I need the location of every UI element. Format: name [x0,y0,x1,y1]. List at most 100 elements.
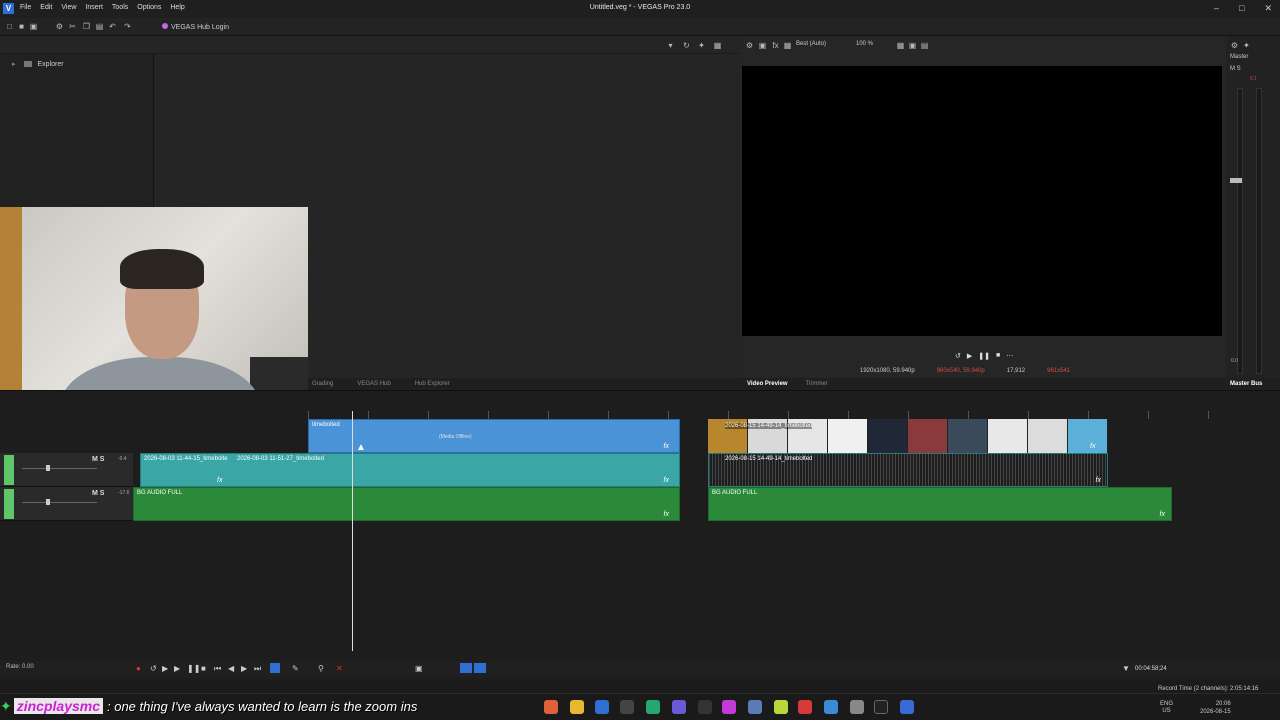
split-icon[interactable]: ✕ [336,664,343,673]
snapping-icon[interactable] [474,663,486,673]
loop-icon[interactable]: ↺ [955,352,961,360]
menu-insert[interactable]: Insert [85,4,103,11]
tools-icon[interactable]: ✦ [697,41,706,50]
maximize-icon[interactable]: □ [1239,3,1244,14]
play-from-start-icon[interactable]: ▶ [162,664,168,673]
menu-view[interactable]: View [61,4,76,11]
system-clock[interactable]: 20:06 2026-08-15 [1200,700,1231,716]
tab-hub-explorer[interactable]: Hub Explorer [415,378,450,390]
obs-icon[interactable] [698,700,712,714]
app-icon[interactable] [900,700,914,714]
app-icon[interactable] [646,700,660,714]
vegas-taskbar-icon[interactable] [595,700,609,714]
menu-tools[interactable]: Tools [112,4,128,11]
pause-icon[interactable]: ❚❚ [187,664,200,673]
track-header-1[interactable]: M S -0.4 [0,453,133,487]
play-icon[interactable]: ▶ [174,664,180,673]
menu-edit[interactable]: Edit [40,4,52,11]
pause-icon[interactable]: ❚❚ [978,352,990,360]
audio-clip-2[interactable]: 2026-08-15 14-49-14_timebolted fx [708,453,1108,487]
undo-icon[interactable]: ↶ [108,22,117,31]
open-icon[interactable]: ■ [17,22,26,31]
master-fader[interactable] [1230,178,1242,183]
go-to-end-icon[interactable]: ⏭ [254,664,261,674]
clip-fx-icon[interactable]: fx [1096,477,1101,484]
next-frame-icon[interactable]: ▶ [241,664,247,673]
track-volume-knob[interactable] [46,465,50,471]
marker-icon[interactable]: ▼ [1122,664,1130,673]
go-to-start-icon[interactable]: ⏮ [214,664,221,674]
lock-icon[interactable]: ▣ [415,664,423,673]
dropdown-icon[interactable]: ▾ [666,41,675,50]
minimize-icon[interactable]: – [1214,3,1219,14]
preview-screen[interactable] [742,66,1222,336]
play-icon[interactable]: ▶ [967,352,972,360]
preview-quality-select[interactable]: Best (Auto) [796,41,826,47]
refresh-icon[interactable]: ↻ [682,41,691,50]
record-icon[interactable]: ● [136,664,141,673]
loop-playback-icon[interactable]: ↺ [150,664,157,673]
tab-grading[interactable]: Grading [312,378,333,390]
bg-audio-clip-1[interactable]: BG AUDIO FULL fx [133,487,680,521]
copy-icon[interactable]: ❐ [82,22,91,31]
bg-audio-clip-2[interactable]: BG AUDIO FULL fx [708,487,1172,521]
more-icon[interactable]: ⋯ [1006,352,1013,360]
capcut-icon[interactable] [620,700,634,714]
clip-fx-icon[interactable]: fx [664,511,669,518]
app-icon[interactable] [722,700,736,714]
track-mute-solo[interactable]: M S [92,456,104,463]
stop-icon[interactable]: ■ [996,352,1000,360]
stop-icon[interactable]: ■ [201,664,206,673]
tab-vegas-hub[interactable]: VEGAS Hub [357,378,390,390]
discord-icon[interactable] [672,700,686,714]
menu-file[interactable]: File [20,4,31,11]
app-icon[interactable] [824,700,838,714]
paste-icon[interactable]: ▤ [95,22,104,31]
tab-master-bus[interactable]: Master Bus [1226,378,1280,390]
menu-help[interactable]: Help [170,4,184,11]
properties-icon[interactable]: ⚙ [55,22,64,31]
tab-video-preview[interactable]: Video Preview [747,378,788,390]
playhead-cursor[interactable] [352,411,353,651]
external-monitor-icon[interactable]: ▣ [758,41,767,50]
master-settings-icon[interactable]: ⚙ [1230,41,1239,50]
preview-zoom-select[interactable]: 100 % [856,41,873,47]
app-icon[interactable] [798,700,812,714]
video-fx-icon[interactable]: fx [771,41,780,50]
zoom-tool-icon[interactable]: ⚲ [318,664,324,673]
master-fx-icon[interactable]: ✦ [1242,41,1251,50]
save-snapshot-icon[interactable]: ▤ [920,41,929,50]
clip-fx-icon[interactable]: fx [664,477,669,484]
clip-fx-icon[interactable]: fx [217,477,222,484]
track-mute-solo[interactable]: M S [92,490,104,497]
redo-icon[interactable]: ↷ [123,22,132,31]
previous-frame-icon[interactable]: ◀ [228,664,234,673]
file-explorer-icon[interactable] [570,700,584,714]
new-project-icon[interactable]: □ [5,22,14,31]
normal-edit-tool-icon[interactable] [270,663,280,673]
auto-ripple-icon[interactable] [460,663,472,673]
firefox-icon[interactable] [544,700,558,714]
audio-clip-1[interactable]: 2026-08-03 11-44-15_timebolte 2026-08-03… [140,453,680,487]
explorer-root[interactable]: ▸ Explorer [12,60,64,68]
clip-fx-icon[interactable]: fx [1160,511,1165,518]
clip-fx-icon[interactable]: fx [664,443,669,450]
expand-arrow-icon[interactable]: ▸ [12,61,16,68]
track-volume-slider[interactable] [22,502,97,503]
envelope-tool-icon[interactable]: ✎ [292,664,299,673]
preview-settings-icon[interactable]: ⚙ [745,41,754,50]
cut-icon[interactable]: ✂ [68,22,77,31]
hub-login-button[interactable]: VEGAS Hub Login [162,23,229,31]
overlays-icon[interactable]: ▦ [896,41,905,50]
track-volume-knob[interactable] [46,499,50,505]
tab-trimmer[interactable]: Trimmer [806,378,828,390]
copy-snapshot-icon[interactable]: ▣ [908,41,917,50]
language-indicator[interactable]: ENG US [1160,701,1173,715]
app-icon[interactable] [774,700,788,714]
save-icon[interactable]: ▣ [29,22,38,31]
track-header-2[interactable]: M S -17.6 [0,487,133,521]
view-icon[interactable]: ▦ [713,41,722,50]
track-volume-slider[interactable] [22,468,97,469]
app-icon[interactable] [874,700,888,714]
clip-fx-icon[interactable]: fx [1090,443,1095,450]
